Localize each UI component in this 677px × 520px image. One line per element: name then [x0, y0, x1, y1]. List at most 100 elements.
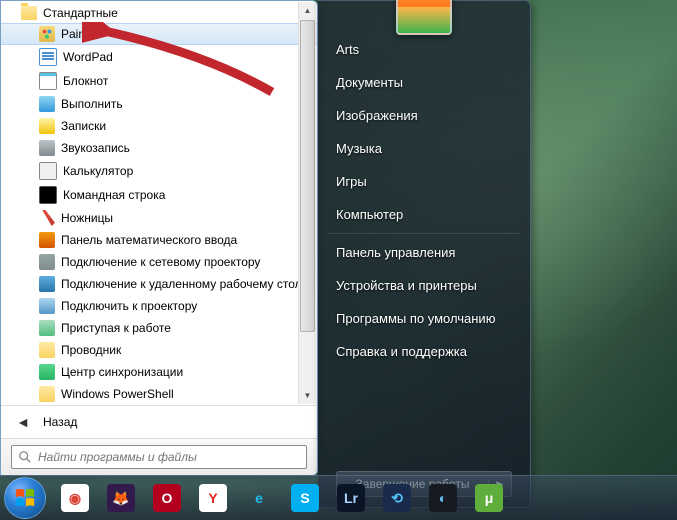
program-item-подключить-к-проектору[interactable]: Подключить к проектору	[1, 295, 317, 317]
taskbar: ◉ 🦊 OYeS Lr ⟲ ◐ μ	[0, 475, 677, 520]
start-menu-right-pane: ArtsДокументыИзображенияМузыкаИгрыКомпью…	[318, 0, 531, 508]
cmd-icon	[39, 186, 57, 204]
programs-list: Стандартные Paint WordPad Блокнот Выполнить…	[1, 1, 317, 405]
side-item-документы[interactable]: Документы	[318, 66, 530, 99]
folder-label: Стандартные	[43, 6, 118, 20]
back-button[interactable]: ◄	[13, 412, 33, 432]
taskbar-utorrent[interactable]: μ	[467, 480, 511, 516]
sync-icon	[39, 364, 55, 380]
side-item-музыка[interactable]: Музыка	[318, 132, 530, 165]
taskbar-skype[interactable]: S	[283, 480, 327, 516]
program-item-подключение-к-удаленному-рабочему-столу[interactable]: Подключение к удаленному рабочему столу	[1, 273, 317, 295]
user-avatar[interactable]	[396, 0, 452, 35]
program-label: Звукозапись	[61, 141, 130, 155]
program-item-подключение-к-сетевому-проектору[interactable]: Подключение к сетевому проектору	[1, 251, 317, 273]
paint-icon	[39, 26, 55, 42]
side-separator	[328, 233, 520, 234]
program-item-звукозапись[interactable]: Звукозапись	[1, 137, 317, 159]
ie-icon: e	[245, 484, 273, 512]
opera-icon: O	[153, 484, 181, 512]
side-item-панель-управления[interactable]: Панель управления	[318, 236, 530, 269]
program-label: Калькулятор	[63, 164, 133, 178]
accessories-folder-open[interactable]: Стандартные	[1, 3, 317, 23]
yandex-icon: Y	[199, 484, 227, 512]
back-row: ◄ Назад	[1, 405, 317, 438]
side-item-программы-по-умолчанию[interactable]: Программы по умолчанию	[318, 302, 530, 335]
program-item-paint[interactable]: Paint	[1, 23, 317, 45]
scroll-thumb[interactable]	[300, 20, 315, 332]
start-icon	[39, 320, 55, 336]
chrome-icon: ◉	[61, 484, 89, 512]
program-label: Центр синхронизации	[61, 365, 183, 379]
program-label: Приступая к работе	[61, 321, 171, 335]
math-icon	[39, 232, 55, 248]
notes-icon	[39, 118, 55, 134]
side-item-игры[interactable]: Игры	[318, 165, 530, 198]
taskbar-steam[interactable]: ◐	[421, 480, 465, 516]
utorrent-icon: μ	[475, 484, 503, 512]
start-menu-left-pane: Стандартные Paint WordPad Блокнот Выполнить…	[0, 0, 318, 476]
proj-icon	[39, 254, 55, 270]
conn-icon	[39, 298, 55, 314]
side-item-arts[interactable]: Arts	[318, 33, 530, 66]
notepad-icon	[39, 72, 57, 90]
search-icon	[18, 450, 32, 464]
back-label: Назад	[43, 415, 77, 429]
program-label: Подключение к удаленному рабочему столу	[61, 277, 308, 291]
firefox-icon: 🦊	[107, 484, 135, 512]
folder-icon	[39, 386, 55, 402]
program-item-проводник[interactable]: Проводник	[1, 339, 317, 361]
program-label: Paint	[61, 27, 88, 41]
program-item-ножницы[interactable]: Ножницы	[1, 207, 317, 229]
program-item-wordpad[interactable]: WordPad	[1, 45, 317, 69]
program-item-центр-синхронизации[interactable]: Центр синхронизации	[1, 361, 317, 383]
taskbar-opera[interactable]: O	[145, 480, 189, 516]
side-item-компьютер[interactable]: Компьютер	[318, 198, 530, 231]
taskbar-yandex[interactable]: Y	[191, 480, 235, 516]
snip-icon	[39, 210, 55, 226]
calc-icon	[39, 162, 57, 180]
scroll-up-button[interactable]: ▲	[299, 2, 316, 19]
search-input[interactable]	[36, 449, 300, 465]
steam-icon: ◐	[429, 484, 457, 512]
program-item-выполнить[interactable]: Выполнить	[1, 93, 317, 115]
program-label: Командная строка	[63, 188, 165, 202]
program-label: WordPad	[63, 50, 113, 64]
program-label: Проводник	[61, 343, 121, 357]
program-item-командная-строка[interactable]: Командная строка	[1, 183, 317, 207]
scroll-down-button[interactable]: ▼	[299, 387, 316, 404]
side-item-устройства-и-принтеры[interactable]: Устройства и принтеры	[318, 269, 530, 302]
program-item-панель-математического-ввода[interactable]: Панель математического ввода	[1, 229, 317, 251]
program-item-windows-powershell[interactable]: Windows PowerShell	[1, 383, 317, 405]
battlenet-icon: ⟲	[383, 484, 411, 512]
programs-scrollbar[interactable]: ▲ ▼	[298, 2, 316, 404]
program-item-приступая-к-работе[interactable]: Приступая к работе	[1, 317, 317, 339]
program-label: Выполнить	[61, 97, 123, 111]
side-item-изображения[interactable]: Изображения	[318, 99, 530, 132]
program-label: Блокнот	[63, 74, 108, 88]
remote-icon	[39, 276, 55, 292]
program-label: Подключение к сетевому проектору	[61, 255, 260, 269]
taskbar-firefox[interactable]: 🦊	[99, 480, 143, 516]
program-item-блокнот[interactable]: Блокнот	[1, 69, 317, 93]
windows-logo-icon	[14, 487, 36, 509]
program-item-записки[interactable]: Записки	[1, 115, 317, 137]
program-item-калькулятор[interactable]: Калькулятор	[1, 159, 317, 183]
search-box[interactable]	[11, 445, 307, 469]
folder-open-icon	[21, 6, 37, 20]
wordpad-icon	[39, 48, 57, 66]
sound-icon	[39, 140, 55, 156]
taskbar-lightroom[interactable]: Lr	[329, 480, 373, 516]
program-label: Панель математического ввода	[61, 233, 237, 247]
run-icon	[39, 96, 55, 112]
start-button[interactable]	[4, 477, 46, 519]
lightroom-icon: Lr	[337, 484, 365, 512]
program-label: Windows PowerShell	[61, 387, 174, 401]
explorer-icon	[39, 342, 55, 358]
program-label: Ножницы	[61, 211, 113, 225]
taskbar-chrome[interactable]: ◉	[53, 480, 97, 516]
side-item-справка-и-поддержка[interactable]: Справка и поддержка	[318, 335, 530, 368]
taskbar-battlenet[interactable]: ⟲	[375, 480, 419, 516]
program-label: Записки	[61, 119, 106, 133]
taskbar-ie[interactable]: e	[237, 480, 281, 516]
